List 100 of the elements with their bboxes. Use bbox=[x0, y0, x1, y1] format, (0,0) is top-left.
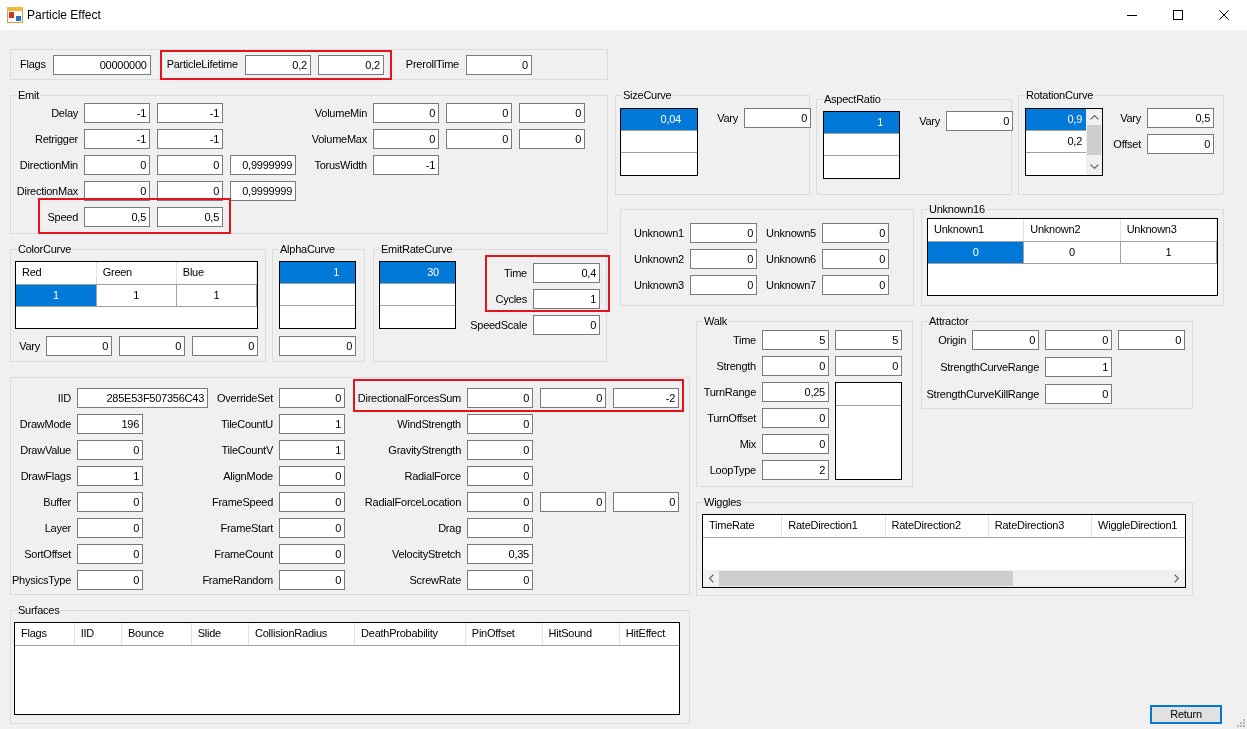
text-field[interactable]: 0 bbox=[467, 414, 533, 434]
text-field[interactable]: 1 bbox=[1045, 357, 1112, 377]
text-field[interactable]: 0 bbox=[157, 155, 223, 175]
text-field[interactable]: -1 bbox=[157, 129, 223, 149]
list-box[interactable]: 1 bbox=[823, 111, 900, 179]
text-field[interactable]: 196 bbox=[77, 414, 143, 434]
text-field[interactable]: 0 bbox=[157, 181, 223, 201]
column-header[interactable]: Unknown1 bbox=[928, 219, 1024, 241]
list-box[interactable]: 1 bbox=[279, 261, 356, 329]
text-field[interactable]: 0 bbox=[690, 223, 757, 243]
text-field[interactable]: 1 bbox=[533, 289, 600, 309]
column-header[interactable]: Unknown3 bbox=[1120, 219, 1217, 241]
text-field[interactable]: 0 bbox=[467, 492, 533, 512]
text-field[interactable]: 0 bbox=[46, 336, 112, 356]
text-field[interactable]: 0 bbox=[84, 181, 150, 201]
text-field[interactable]: 0 bbox=[279, 544, 345, 564]
text-field[interactable]: 1 bbox=[77, 466, 143, 486]
column-header[interactable]: Unknown2 bbox=[1023, 219, 1121, 241]
column-header[interactable]: RateDirection1 bbox=[781, 515, 886, 537]
column-header[interactable]: DeathProbability bbox=[354, 623, 466, 645]
column-header[interactable]: WiggleDirection1 bbox=[1091, 515, 1185, 537]
text-field[interactable]: 0,9999999 bbox=[230, 181, 296, 201]
text-field[interactable]: 0 bbox=[1147, 134, 1214, 154]
text-field[interactable]: 0 bbox=[77, 570, 143, 590]
text-field[interactable]: 0 bbox=[84, 155, 150, 175]
text-field[interactable]: 0,5 bbox=[1147, 108, 1214, 128]
text-field[interactable]: 0 bbox=[1045, 384, 1112, 404]
text-field[interactable]: 0,5 bbox=[157, 207, 223, 227]
text-field[interactable]: 0 bbox=[822, 249, 889, 269]
vertical-scrollbar[interactable] bbox=[1086, 109, 1102, 175]
table-cell[interactable]: 0 bbox=[928, 241, 1024, 263]
table-cell[interactable]: 1 bbox=[16, 284, 97, 306]
text-field[interactable]: 0 bbox=[690, 249, 757, 269]
text-field[interactable]: 0 bbox=[119, 336, 185, 356]
text-field[interactable]: 0 bbox=[467, 466, 533, 486]
text-field[interactable]: 5 bbox=[835, 330, 902, 350]
text-field[interactable]: 0 bbox=[835, 356, 902, 376]
data-grid[interactable]: TimeRate RateDirection1 RateDirection2 RateDirection3 WiggleDirection1 bbox=[702, 514, 1186, 588]
text-field[interactable]: 0 bbox=[446, 129, 512, 149]
data-grid[interactable]: Red Green Blue 1 1 1 bbox=[15, 261, 258, 329]
text-field[interactable]: 0 bbox=[946, 111, 1013, 131]
list-item[interactable]: 1 bbox=[280, 262, 355, 284]
text-field[interactable]: 0 bbox=[613, 492, 679, 512]
text-field[interactable]: 0 bbox=[1118, 330, 1185, 350]
list-item[interactable]: 30 bbox=[380, 262, 455, 284]
text-field[interactable]: -1 bbox=[373, 155, 439, 175]
text-field[interactable]: 0 bbox=[77, 544, 143, 564]
table-cell[interactable]: 1 bbox=[1120, 241, 1217, 263]
list-item[interactable]: 0,9 bbox=[1026, 109, 1086, 131]
list-box[interactable]: 0,04 bbox=[620, 108, 698, 176]
text-field[interactable]: 0 bbox=[822, 223, 889, 243]
data-grid[interactable] bbox=[835, 382, 902, 480]
list-box[interactable]: 30 bbox=[379, 261, 456, 329]
text-field[interactable]: 0 bbox=[77, 492, 143, 512]
text-field[interactable]: -1 bbox=[84, 129, 150, 149]
text-field[interactable]: 0,4 bbox=[533, 263, 600, 283]
text-field[interactable]: 0,9999999 bbox=[230, 155, 296, 175]
table-cell[interactable]: 1 bbox=[96, 284, 177, 306]
text-field[interactable]: 0,2 bbox=[317, 54, 384, 75]
text-field[interactable]: 2 bbox=[762, 460, 829, 480]
text-field[interactable]: 0 bbox=[762, 356, 829, 376]
column-header[interactable]: TimeRate bbox=[703, 515, 782, 537]
text-field[interactable]: 0,2 bbox=[244, 54, 311, 75]
scrollbar-thumb[interactable] bbox=[1087, 125, 1101, 155]
text-field[interactable]: 1 bbox=[279, 440, 345, 460]
text-field[interactable]: 0 bbox=[972, 330, 1039, 350]
column-header[interactable]: HitEffect bbox=[619, 623, 679, 645]
data-grid[interactable]: Flags IID Bounce Slide CollisionRadius DeathProbability PinOffset HitSound HitEffect bbox=[14, 622, 680, 715]
text-field[interactable]: 0,5 bbox=[84, 207, 150, 227]
scrollbar-thumb[interactable] bbox=[719, 571, 1013, 586]
list-box[interactable]: 0,9 0,2 bbox=[1025, 108, 1103, 176]
column-header[interactable]: Bounce bbox=[121, 623, 192, 645]
column-header[interactable]: RateDirection3 bbox=[988, 515, 1092, 537]
text-field[interactable]: 0,35 bbox=[467, 544, 533, 564]
text-field[interactable]: -1 bbox=[84, 103, 150, 123]
column-header[interactable]: Green bbox=[96, 262, 177, 284]
table-cell[interactable]: 1 bbox=[176, 284, 257, 306]
column-header[interactable]: HitSound bbox=[542, 623, 620, 645]
text-field[interactable]: 0 bbox=[467, 388, 533, 408]
text-field[interactable]: 0 bbox=[822, 275, 889, 295]
text-field[interactable]: 0 bbox=[77, 440, 143, 460]
text-field[interactable]: 0 bbox=[373, 129, 439, 149]
return-button[interactable]: Return bbox=[1150, 705, 1222, 724]
text-field[interactable]: 1 bbox=[279, 414, 345, 434]
column-header[interactable]: RateDirection2 bbox=[885, 515, 989, 537]
text-field[interactable]: 0 bbox=[465, 54, 532, 75]
table-cell[interactable]: 0 bbox=[1023, 241, 1121, 263]
column-header[interactable]: IID bbox=[74, 623, 122, 645]
text-field[interactable]: 0 bbox=[373, 103, 439, 123]
column-header[interactable]: PinOffset bbox=[465, 623, 543, 645]
text-field[interactable]: 0 bbox=[519, 103, 585, 123]
text-field[interactable]: 0 bbox=[279, 492, 345, 512]
column-header[interactable]: CollisionRadius bbox=[248, 623, 355, 645]
text-field[interactable]: 0 bbox=[1045, 330, 1112, 350]
text-field[interactable]: 0 bbox=[279, 518, 345, 538]
column-header[interactable]: Flags bbox=[15, 623, 75, 645]
list-item[interactable]: 1 bbox=[824, 112, 899, 134]
text-field[interactable]: 0 bbox=[540, 388, 606, 408]
text-field[interactable]: 0 bbox=[762, 408, 829, 428]
text-field[interactable]: 0 bbox=[540, 492, 606, 512]
